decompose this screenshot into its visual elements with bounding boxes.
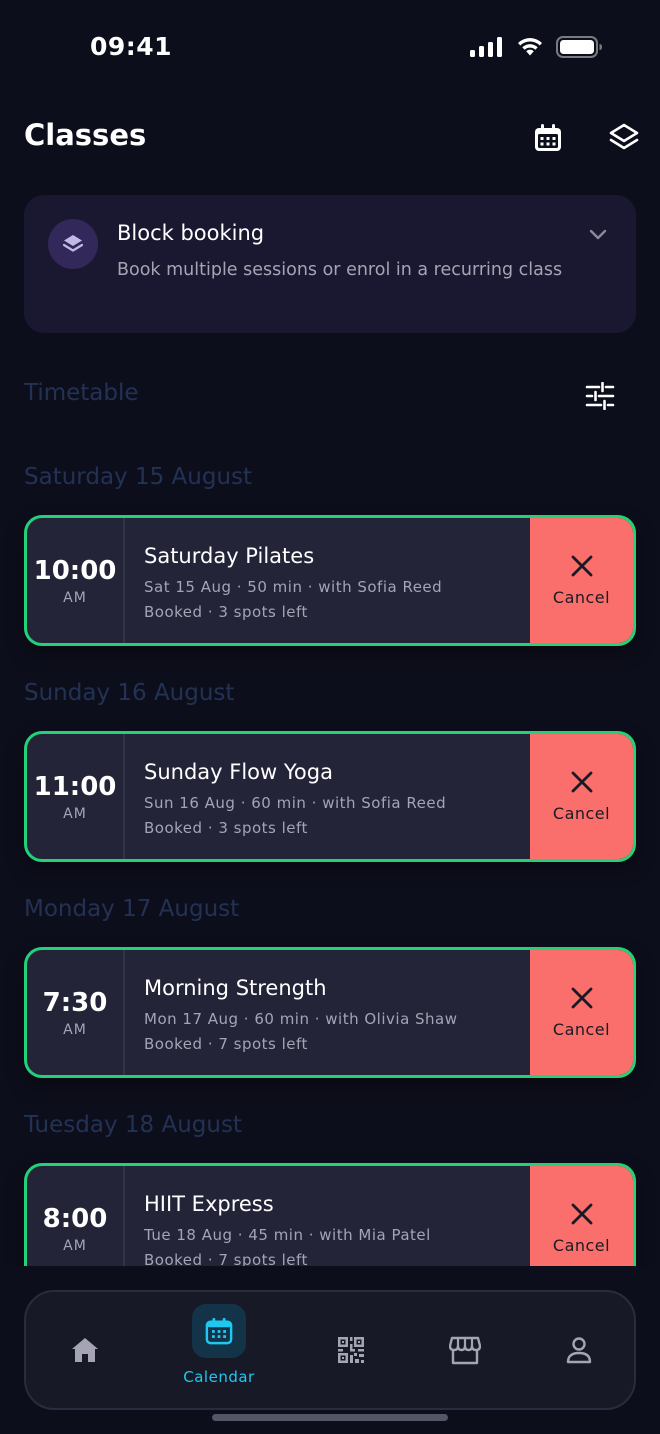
timetable-heading: Timetable	[24, 380, 139, 406]
home-icon	[72, 1338, 98, 1362]
bottom-nav: Calendar	[24, 1290, 636, 1410]
signal-icon	[470, 37, 502, 57]
class-card[interactable]: 10:00 AM Saturday Pilates Sat 15 Aug · 5…	[24, 515, 636, 646]
home-indicator	[212, 1414, 448, 1421]
day-heading: Sunday 16 August	[24, 680, 235, 706]
cancel-label: Cancel	[552, 804, 611, 823]
class-time: 11:00 AM	[27, 734, 125, 859]
nav-active-indicator	[192, 1304, 246, 1358]
close-icon	[571, 771, 592, 793]
day-heading: Saturday 15 August	[24, 464, 253, 490]
class-meta: Sun 16 Aug · 60 min · with Sofia Reed	[144, 794, 447, 812]
nav-item-home[interactable]	[54, 1292, 116, 1408]
class-time: 8:00 AM	[27, 1166, 125, 1266]
page-title: Classes	[24, 118, 147, 152]
block-booking-icon	[48, 219, 98, 269]
class-info: Morning Strength Mon 17 Aug · 60 min · w…	[144, 976, 458, 1053]
class-status: Booked · 7 spots left	[144, 1251, 308, 1266]
battery-icon	[556, 36, 602, 58]
profile-icon	[566, 1337, 592, 1364]
cancel-button[interactable]: Cancel	[530, 1166, 633, 1266]
class-name: Sunday Flow Yoga	[144, 760, 333, 784]
qr-code-icon	[338, 1337, 364, 1363]
filter-button[interactable]	[580, 376, 620, 416]
class-card[interactable]: 11:00 AM Sunday Flow Yoga Sun 16 Aug · 6…	[24, 731, 636, 862]
cancel-button[interactable]: Cancel	[530, 734, 633, 859]
class-meta: Tue 18 Aug · 45 min · with Mia Patel	[144, 1226, 431, 1244]
class-time-value: 7:30	[42, 987, 108, 1018]
close-icon	[571, 555, 592, 577]
cancel-label: Cancel	[552, 1236, 611, 1255]
class-time-ampm: AM	[63, 589, 87, 606]
nav-item-profile[interactable]	[548, 1292, 610, 1408]
class-time-value: 10:00	[33, 555, 117, 586]
class-card[interactable]: 7:30 AM Morning Strength Mon 17 Aug · 60…	[24, 947, 636, 1078]
class-list[interactable]: Saturday 15 August 10:00 AM Saturday Pil…	[0, 440, 660, 1266]
block-booking-description: Book multiple sessions or enrol in a rec…	[117, 260, 563, 280]
status-bar: 09:41	[0, 0, 660, 96]
class-info: Sunday Flow Yoga Sun 16 Aug · 60 min · w…	[144, 760, 446, 837]
class-name: Morning Strength	[144, 976, 327, 1000]
block-booking-card[interactable]: Block booking Book multiple sessions or …	[24, 195, 636, 333]
class-name: Saturday Pilates	[144, 544, 315, 568]
day-heading: Monday 17 August	[24, 896, 240, 922]
cancel-label: Cancel	[552, 1020, 611, 1039]
class-time-ampm: AM	[63, 805, 87, 822]
calendar-icon	[535, 124, 561, 151]
class-time-ampm: AM	[63, 1237, 87, 1254]
wifi-icon	[518, 38, 542, 56]
nav-label-calendar: Calendar	[183, 1368, 255, 1386]
class-card[interactable]: 8:00 AM HIIT Express Tue 18 Aug · 45 min…	[24, 1163, 636, 1266]
status-icons	[470, 36, 602, 58]
class-name: HIIT Express	[144, 1192, 274, 1216]
class-time: 7:30 AM	[27, 950, 125, 1075]
class-status: Booked · 3 spots left	[144, 819, 308, 837]
cancel-label: Cancel	[552, 588, 611, 607]
store-icon	[449, 1336, 481, 1365]
day-heading: Tuesday 18 August	[24, 1112, 242, 1138]
calendar-icon	[205, 1317, 233, 1345]
chevron-down-icon[interactable]	[588, 227, 608, 246]
layers-icon	[62, 235, 84, 252]
filter-sliders-icon	[585, 382, 615, 410]
layers-icon	[609, 123, 639, 150]
header: Classes	[24, 110, 639, 162]
cancel-button[interactable]: Cancel	[530, 518, 633, 643]
nav-item-qr[interactable]	[320, 1292, 382, 1408]
class-time-value: 8:00	[42, 1203, 108, 1234]
calendar-view-button[interactable]	[526, 116, 570, 160]
class-info: HIIT Express Tue 18 Aug · 45 min · with …	[144, 1192, 431, 1266]
class-meta: Mon 17 Aug · 60 min · with Olivia Shaw	[144, 1010, 458, 1028]
cancel-button[interactable]: Cancel	[530, 950, 633, 1075]
nav-item-store[interactable]	[434, 1292, 496, 1408]
class-status: Booked · 3 spots left	[144, 603, 308, 621]
block-booking-title: Block booking	[117, 221, 265, 245]
class-time: 10:00 AM	[27, 518, 125, 643]
status-time: 09:41	[90, 32, 173, 61]
close-icon	[571, 987, 592, 1009]
layers-button[interactable]	[602, 116, 646, 160]
nav-item-calendar[interactable]: Calendar	[169, 1292, 269, 1408]
class-time-ampm: AM	[63, 1021, 87, 1038]
class-meta: Sat 15 Aug · 50 min · with Sofia Reed	[144, 578, 443, 596]
class-info: Saturday Pilates Sat 15 Aug · 50 min · w…	[144, 544, 442, 621]
class-time-value: 11:00	[33, 771, 117, 802]
close-icon	[571, 1203, 592, 1225]
class-status: Booked · 7 spots left	[144, 1035, 308, 1053]
